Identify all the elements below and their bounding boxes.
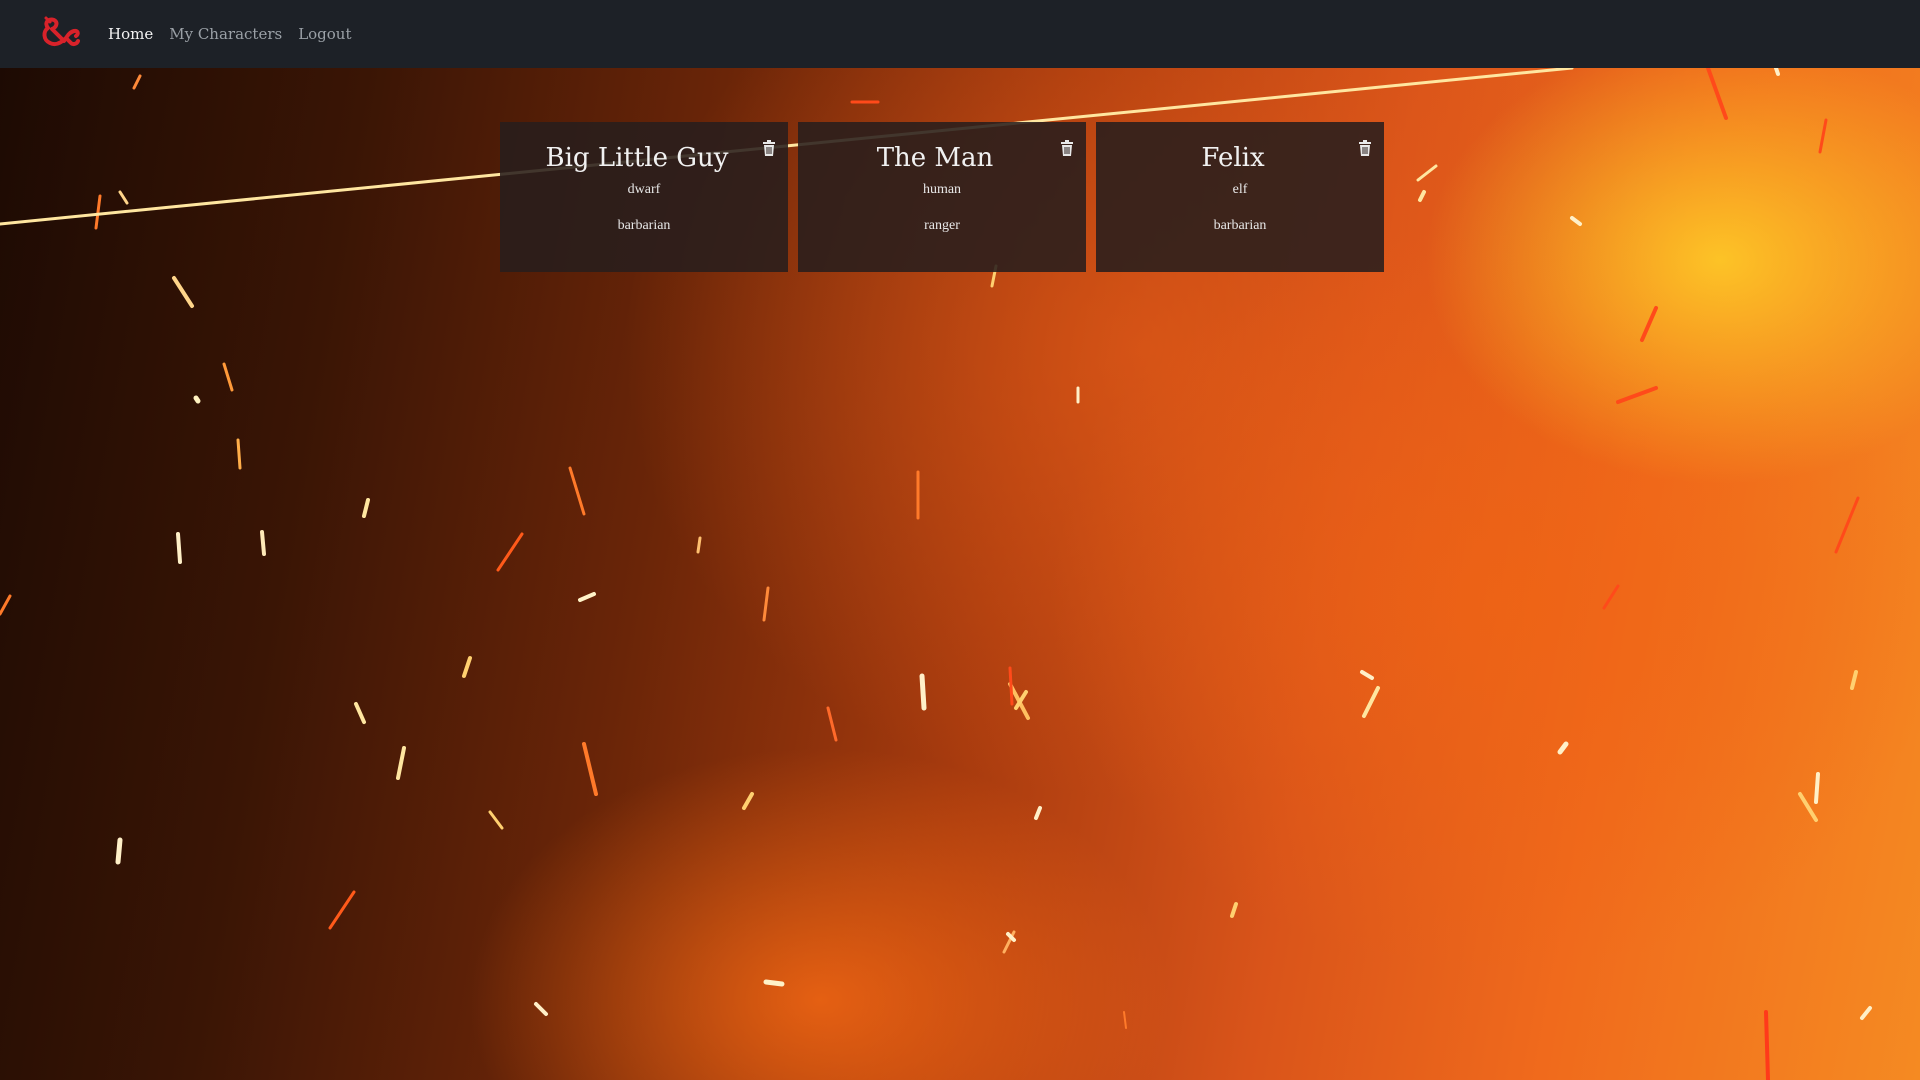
character-name: The Man xyxy=(876,143,994,173)
nav-home-link[interactable]: Home xyxy=(108,25,153,43)
character-class: barbarian xyxy=(1213,218,1267,233)
character-cards: Big Little Guy dwarf barbarian The Man h… xyxy=(500,122,1384,272)
character-race: elf xyxy=(1232,182,1248,197)
navbar: Home My Characters Logout xyxy=(0,0,1920,68)
character-class: barbarian xyxy=(617,218,671,233)
dnd-ampersand-logo-icon[interactable] xyxy=(40,14,82,54)
character-card[interactable]: Felix elf barbarian xyxy=(1096,122,1384,272)
trash-icon[interactable] xyxy=(1358,140,1372,156)
character-class: ranger xyxy=(924,218,960,233)
character-card[interactable]: Big Little Guy dwarf barbarian xyxy=(500,122,788,272)
character-name: Felix xyxy=(1201,143,1265,173)
nav-logout-link[interactable]: Logout xyxy=(298,25,351,43)
trash-icon[interactable] xyxy=(1060,140,1074,156)
character-name: Big Little Guy xyxy=(545,143,729,173)
character-race: human xyxy=(922,182,962,197)
character-card[interactable]: The Man human ranger xyxy=(798,122,1086,272)
nav-links: Home My Characters Logout xyxy=(108,0,352,68)
nav-my-characters-link[interactable]: My Characters xyxy=(169,25,282,43)
character-race: dwarf xyxy=(627,182,661,197)
trash-icon[interactable] xyxy=(762,140,776,156)
